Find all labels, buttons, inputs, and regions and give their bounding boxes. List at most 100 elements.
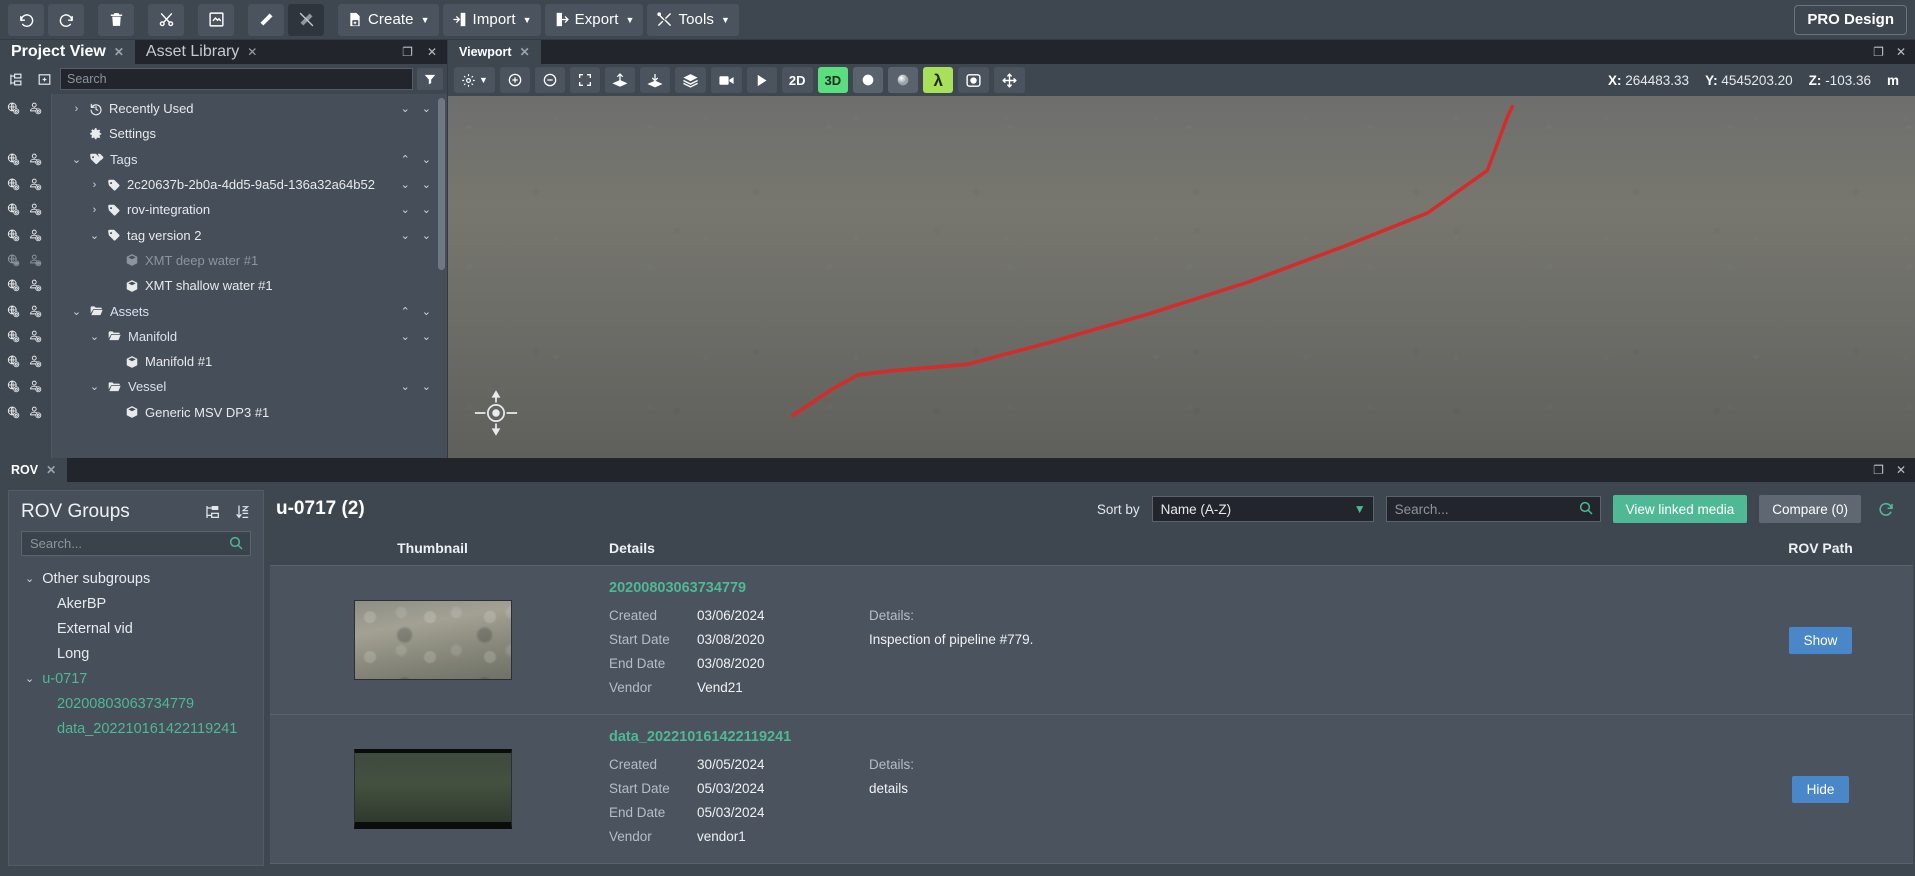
user-visibility-icon[interactable] xyxy=(28,329,43,344)
chevron-down-icon[interactable]: ⌄ xyxy=(25,572,34,585)
zoom-in-button[interactable] xyxy=(499,67,530,93)
close-icon[interactable]: ✕ xyxy=(520,45,530,59)
close-panel-icon[interactable]: ✕ xyxy=(1896,463,1906,477)
user-visibility-icon[interactable] xyxy=(28,304,43,319)
refresh-button[interactable] xyxy=(1873,495,1899,523)
target-tool-button[interactable] xyxy=(958,67,990,93)
rov-group-item-long[interactable]: Long xyxy=(15,641,257,666)
viewport-3d-canvas[interactable] xyxy=(448,96,1915,458)
tree-item-rov-integration[interactable]: › rov-integration ⌄ ⌄ xyxy=(52,197,447,222)
globe-visibility-icon[interactable] xyxy=(6,152,21,167)
undo-button[interactable] xyxy=(8,3,44,36)
close-icon[interactable]: ✕ xyxy=(46,463,56,477)
user-visibility-icon[interactable] xyxy=(28,278,43,293)
view-linked-media-button[interactable]: View linked media xyxy=(1612,495,1748,523)
tree-row-expander-icon[interactable]: ⌄ xyxy=(401,330,410,343)
globe-visibility-icon[interactable] xyxy=(6,329,21,344)
zoom-out-button[interactable] xyxy=(534,67,565,93)
create-button[interactable]: Create ▼ xyxy=(338,3,439,36)
cut-button[interactable] xyxy=(148,3,184,36)
user-visibility-icon[interactable] xyxy=(28,228,43,243)
tree-item-manifold-1[interactable]: Manifold #1 xyxy=(52,349,447,374)
sort-by-select[interactable]: Name (A-Z) xyxy=(1151,496,1374,522)
maximize-icon[interactable]: ❐ xyxy=(1873,463,1884,477)
tree-row-check-icon[interactable]: ⌄ xyxy=(422,380,431,393)
tree-row-check-icon[interactable]: ⌄ xyxy=(422,330,431,343)
subsea-video-thumbnail[interactable] xyxy=(353,749,512,829)
tree-item-vessel[interactable]: ⌄ Vessel ⌄ ⌄ xyxy=(52,374,447,399)
tree-item-manifold[interactable]: ⌄ Manifold ⌄ ⌄ xyxy=(52,324,447,349)
tree-row-expander-icon[interactable]: ⌄ xyxy=(401,380,410,393)
measure-button[interactable] xyxy=(248,3,284,36)
tree-row-expander-icon[interactable]: ⌄ xyxy=(401,229,410,242)
globe-visibility-icon[interactable] xyxy=(6,253,21,268)
user-visibility-icon[interactable] xyxy=(28,405,43,420)
rov-group-item-akerbp[interactable]: AkerBP xyxy=(15,591,257,616)
tree-row-expander-icon[interactable]: ⌄ xyxy=(401,178,410,191)
tree-scrollbar[interactable] xyxy=(438,98,445,270)
tree-row-expander-icon[interactable]: ⌃ xyxy=(401,153,410,166)
rov-group-item-data-202210161422119241[interactable]: data_202210161422119241 xyxy=(15,716,257,741)
chevron-down-icon[interactable]: ⌄ xyxy=(70,153,83,166)
rov-group-item-20200803063734779[interactable]: 20200803063734779 xyxy=(15,691,257,716)
upload-terrain-button[interactable] xyxy=(604,67,635,93)
chevron-down-icon[interactable]: ⌄ xyxy=(70,305,83,318)
sort-az-icon[interactable] xyxy=(235,504,251,520)
measure-off-button[interactable] xyxy=(288,3,324,36)
globe-visibility-icon[interactable] xyxy=(6,354,21,369)
tree-item-xmt-shallow-water-1[interactable]: XMT shallow water #1 xyxy=(52,273,447,298)
chevron-down-icon[interactable]: ⌄ xyxy=(25,672,34,685)
play-button[interactable] xyxy=(746,67,777,93)
tree-row-check-icon[interactable]: ⌄ xyxy=(422,229,431,242)
tree-row-expander-icon[interactable]: ⌄ xyxy=(401,203,410,216)
tree-row-check-icon[interactable]: ⌄ xyxy=(422,153,431,166)
globe-visibility-icon[interactable] xyxy=(6,379,21,394)
rov-path-toggle-button[interactable]: Hide xyxy=(1791,775,1850,803)
user-visibility-icon[interactable] xyxy=(28,101,43,116)
rov-group-item-other-subgroups[interactable]: ⌄ Other subgroups xyxy=(15,566,257,591)
tools-button[interactable]: Tools ▼ xyxy=(647,3,739,36)
chevron-right-icon[interactable]: › xyxy=(88,204,101,216)
globe-visibility-icon[interactable] xyxy=(6,278,21,293)
user-visibility-icon[interactable] xyxy=(28,354,43,369)
chevron-right-icon[interactable]: › xyxy=(88,179,101,191)
seabed-thumbnail[interactable] xyxy=(353,600,512,680)
record-video-button[interactable] xyxy=(710,67,742,93)
compare-button[interactable]: Compare (0) xyxy=(1759,495,1861,523)
tree-item-tag-version-2[interactable]: ⌄ tag version 2 ⌄ ⌄ xyxy=(52,222,447,247)
chevron-down-icon[interactable]: ⌄ xyxy=(88,330,101,343)
tab-asset-library[interactable]: Asset Library ✕ xyxy=(134,40,269,64)
tree-item-2c20637b-2b0a-4dd5-9a5d-136a32a64b52[interactable]: › 2c20637b-2b0a-4dd5-9a5d-136a32a64b52 ⌄… xyxy=(52,172,447,197)
pro-design-button[interactable]: PRO Design xyxy=(1794,4,1907,35)
close-panel-icon[interactable]: ✕ xyxy=(427,45,437,59)
tree-item-settings[interactable]: Settings xyxy=(52,121,447,146)
viewport-settings-button[interactable]: ▼ xyxy=(454,67,495,93)
user-visibility-icon[interactable] xyxy=(28,253,43,268)
search-icon[interactable] xyxy=(228,535,244,551)
tab-rov[interactable]: ROV ✕ xyxy=(0,458,68,482)
tree-item-assets[interactable]: ⌄ Assets ⌃ ⌄ xyxy=(52,298,447,323)
globe-visibility-icon[interactable] xyxy=(6,202,21,217)
tree-row-check-icon[interactable]: ⌄ xyxy=(422,203,431,216)
add-item-icon[interactable] xyxy=(32,67,56,91)
filter-button[interactable] xyxy=(417,68,443,90)
close-icon[interactable]: ✕ xyxy=(114,45,124,59)
media-title-link[interactable]: 20200803063734779 xyxy=(609,580,1728,596)
rov-path-toggle-button[interactable]: Show xyxy=(1788,626,1853,654)
chevron-right-icon[interactable]: › xyxy=(70,103,83,115)
tree-item-generic-msv-dp3-1[interactable]: Generic MSV DP3 #1 xyxy=(52,400,447,425)
tree-item-xmt-deep-water-1[interactable]: XMT deep water #1 xyxy=(52,248,447,273)
chevron-down-icon[interactable]: ⌄ xyxy=(88,380,101,393)
rov-group-item-external-vid[interactable]: External vid xyxy=(15,616,257,641)
lambda-tool-button[interactable]: λ xyxy=(923,67,954,93)
search-icon[interactable] xyxy=(1578,500,1594,516)
rov-media-row[interactable]: data_202210161422119241 Created 30/05/20… xyxy=(270,715,1913,864)
tree-item-recently-used[interactable]: › Recently Used ⌄ ⌄ xyxy=(52,96,447,121)
maximize-icon[interactable]: ❐ xyxy=(1873,45,1884,59)
tab-project-view[interactable]: Project View ✕ xyxy=(0,40,135,64)
tree-row-expander-icon[interactable]: ⌃ xyxy=(401,305,410,318)
mode-2d-button[interactable]: 2D xyxy=(781,67,813,93)
tree-row-check-icon[interactable]: ⌄ xyxy=(422,305,431,318)
frame-selection-button[interactable] xyxy=(198,3,234,36)
sphere-lit-button[interactable] xyxy=(888,67,919,93)
